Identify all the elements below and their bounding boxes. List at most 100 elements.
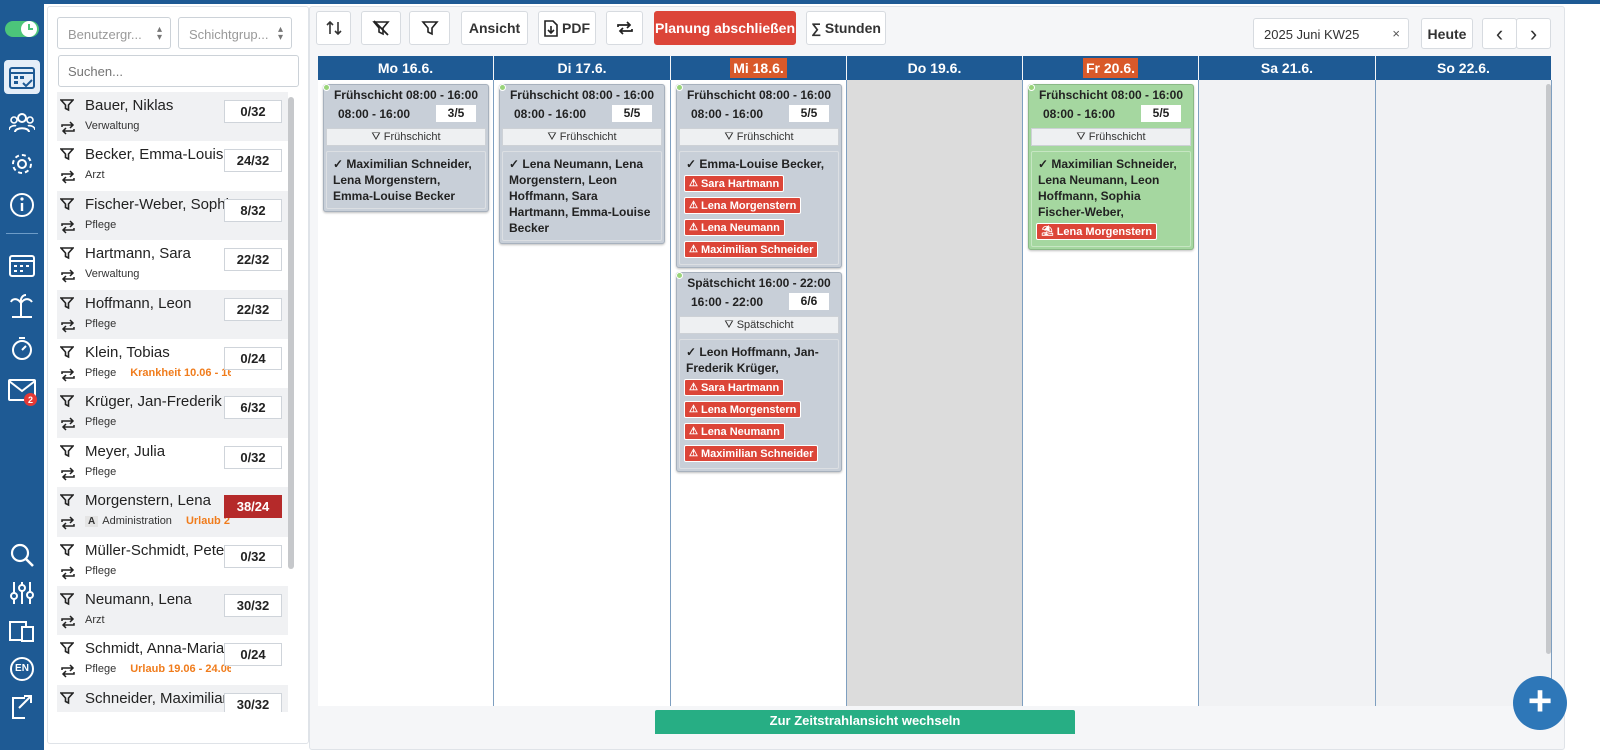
- employee-row[interactable]: Krüger, Jan-Frederik Pflege 6/32: [57, 388, 288, 438]
- info-icon[interactable]: [4, 188, 40, 222]
- day-column[interactable]: Frühschicht 08:00 - 16:00 08:00 - 16:00 5/…: [494, 80, 671, 706]
- week-select[interactable]: 2025 Juni KW25 ×: [1253, 18, 1409, 49]
- search-icon[interactable]: [4, 538, 40, 572]
- repeat-icon[interactable]: [60, 368, 76, 382]
- view-button[interactable]: Ansicht: [461, 11, 528, 45]
- conflict-chip[interactable]: ⚠ Maximilian Schneider: [684, 241, 819, 258]
- employee-row[interactable]: Müller-Schmidt, Peter Pflege 0/32: [57, 536, 288, 586]
- calendar-icon[interactable]: [4, 248, 40, 282]
- add-button[interactable]: +: [1513, 676, 1567, 730]
- shift-filter-button[interactable]: ⛛ Frühschicht: [1031, 128, 1191, 146]
- shift-card[interactable]: Frühschicht 08:00 - 16:00 08:00 - 16:00 3/…: [323, 84, 489, 212]
- calendar-scrollbar[interactable]: [1546, 84, 1551, 654]
- filter-icon[interactable]: [59, 197, 76, 211]
- employee-row[interactable]: Schmidt, Anna-Maria Pflege Urlaub 19.06 - …: [57, 635, 288, 685]
- stopwatch-icon[interactable]: [4, 331, 40, 365]
- conflict-chip[interactable]: ⚠ Lena Neumann: [684, 219, 785, 236]
- day-column[interactable]: Frühschicht 08:00 - 16:00 08:00 - 16:00 3/…: [318, 80, 494, 706]
- today-button[interactable]: Heute: [1421, 18, 1473, 49]
- repeat-icon[interactable]: [60, 170, 76, 184]
- employee-row[interactable]: Morgenstern, Lena A Administration Urlaub 2…: [57, 487, 288, 537]
- clear-week-icon[interactable]: ×: [1392, 26, 1400, 41]
- shift-filter-button[interactable]: ⛛ Frühschicht: [679, 128, 839, 146]
- employee-row[interactable]: Meyer, Julia Pflege 0/32: [57, 437, 288, 488]
- repeat-icon[interactable]: [60, 269, 76, 283]
- shift-filter-button[interactable]: ⛛ Frühschicht: [326, 128, 486, 146]
- shift-card[interactable]: Frühschicht 08:00 - 16:00 08:00 - 16:00 5/…: [499, 84, 665, 244]
- toggle-icon[interactable]: [4, 12, 40, 46]
- employee-row[interactable]: Fischer-Weber, Sophia Pflege 8/32: [57, 190, 288, 241]
- employee-row[interactable]: Neumann, Lena Arzt 30/32: [57, 585, 288, 636]
- conflict-chip[interactable]: ⚠ Lena Morgenstern: [684, 401, 802, 418]
- pdf-button[interactable]: PDF: [538, 11, 596, 45]
- repeat-icon[interactable]: [60, 565, 76, 580]
- filter-icon[interactable]: [59, 296, 76, 310]
- mail-icon[interactable]: 2: [4, 373, 40, 407]
- filter-icon[interactable]: [59, 641, 76, 655]
- repeat-icon[interactable]: [60, 121, 76, 135]
- prev-week-button[interactable]: ‹: [1482, 18, 1517, 49]
- employee-search-input[interactable]: [58, 55, 299, 87]
- repeat-icon[interactable]: [60, 417, 76, 431]
- filter-button[interactable]: [409, 11, 450, 45]
- filter-icon[interactable]: [59, 691, 76, 705]
- repeat-icon[interactable]: [60, 220, 76, 234]
- conflict-chip[interactable]: ⚠ Lena Morgenstern: [684, 197, 802, 214]
- repeat-icon[interactable]: [60, 615, 76, 629]
- gear-icon[interactable]: [4, 147, 40, 181]
- usergroup-select[interactable]: Benutzergr... ▴ ▾: [57, 17, 171, 49]
- day-column[interactable]: [847, 80, 1023, 706]
- devices-icon[interactable]: [4, 614, 40, 648]
- next-week-button[interactable]: ›: [1516, 18, 1551, 49]
- day-column[interactable]: [1376, 80, 1552, 706]
- shiftgroup-select[interactable]: Schichtgrup... ▴ ▾: [178, 17, 292, 49]
- shift-card[interactable]: Frühschicht 08:00 - 16:00 08:00 - 16:00 5/…: [1028, 84, 1194, 250]
- conflict-chip[interactable]: ⚠ Sara Hartmann: [684, 175, 785, 192]
- sort-button[interactable]: [316, 11, 351, 45]
- switch-timeline-button[interactable]: Zur Zeitstrahlansicht wechseln: [655, 710, 1075, 734]
- shift-card[interactable]: Frühschicht 08:00 - 16:00 08:00 - 16:00 5/…: [676, 84, 842, 268]
- employee-row[interactable]: Hoffmann, Leon Pflege 22/32: [57, 289, 288, 339]
- status-dot: [323, 84, 330, 91]
- finish-planning-button[interactable]: Planung abschließen: [654, 11, 796, 45]
- day-column[interactable]: [1199, 80, 1376, 706]
- conflict-chip[interactable]: ⛱ Lena Morgenstern: [1036, 223, 1158, 240]
- status-dot: [1028, 84, 1035, 91]
- sliders-icon[interactable]: [4, 576, 40, 610]
- shift-filter-button[interactable]: ⛛ Frühschicht: [502, 128, 662, 146]
- users-icon[interactable]: [4, 106, 40, 140]
- filter-icon[interactable]: [59, 543, 76, 557]
- clear-filter-button[interactable]: [361, 11, 401, 45]
- employee-row[interactable]: Schneider, Maximilian 30/32: [57, 684, 288, 712]
- day-column[interactable]: Frühschicht 08:00 - 16:00 08:00 - 16:00 5/…: [1023, 80, 1199, 706]
- shift-filter-button[interactable]: ⛛ Spätschicht: [679, 316, 839, 334]
- filter-icon[interactable]: [59, 147, 76, 161]
- filter-icon[interactable]: [59, 246, 76, 260]
- filter-icon[interactable]: [59, 394, 76, 408]
- vacation-icon[interactable]: [4, 289, 40, 323]
- repeat-icon[interactable]: [60, 319, 76, 333]
- employee-list-scrollbar[interactable]: [288, 97, 294, 569]
- employee-row[interactable]: Klein, Tobias Pflege Krankheit 10.06 - 16 0…: [57, 338, 288, 389]
- conflict-chip[interactable]: ⚠ Sara Hartmann: [684, 379, 785, 396]
- repeat-icon[interactable]: [60, 516, 76, 530]
- day-column[interactable]: Frühschicht 08:00 - 16:00 08:00 - 16:00 5/…: [671, 80, 847, 706]
- filter-icon[interactable]: [59, 592, 76, 606]
- hours-button[interactable]: ∑ Stunden: [806, 11, 886, 45]
- filter-icon[interactable]: [59, 98, 76, 112]
- employee-row[interactable]: Hartmann, Sara Verwaltung 22/32: [57, 240, 288, 290]
- schedule-icon[interactable]: [4, 60, 40, 94]
- repeat-icon[interactable]: [60, 664, 76, 678]
- filter-icon[interactable]: [59, 493, 76, 507]
- sync-button[interactable]: [606, 11, 643, 45]
- conflict-chip[interactable]: ⚠ Maximilian Schneider: [684, 445, 819, 462]
- employee-row[interactable]: Becker, Emma-Louise Arzt 24/32: [57, 141, 288, 191]
- language-icon[interactable]: EN: [4, 652, 40, 686]
- filter-icon[interactable]: [59, 345, 76, 359]
- repeat-icon[interactable]: [60, 467, 76, 481]
- conflict-chip[interactable]: ⚠ Lena Neumann: [684, 423, 785, 440]
- logout-icon[interactable]: [4, 690, 40, 724]
- employee-row[interactable]: Bauer, Niklas Verwaltung 0/32: [57, 92, 288, 142]
- filter-icon[interactable]: [59, 444, 76, 458]
- shift-card[interactable]: Spätschicht 16:00 - 22:00 16:00 - 22:00 6/…: [676, 272, 842, 472]
